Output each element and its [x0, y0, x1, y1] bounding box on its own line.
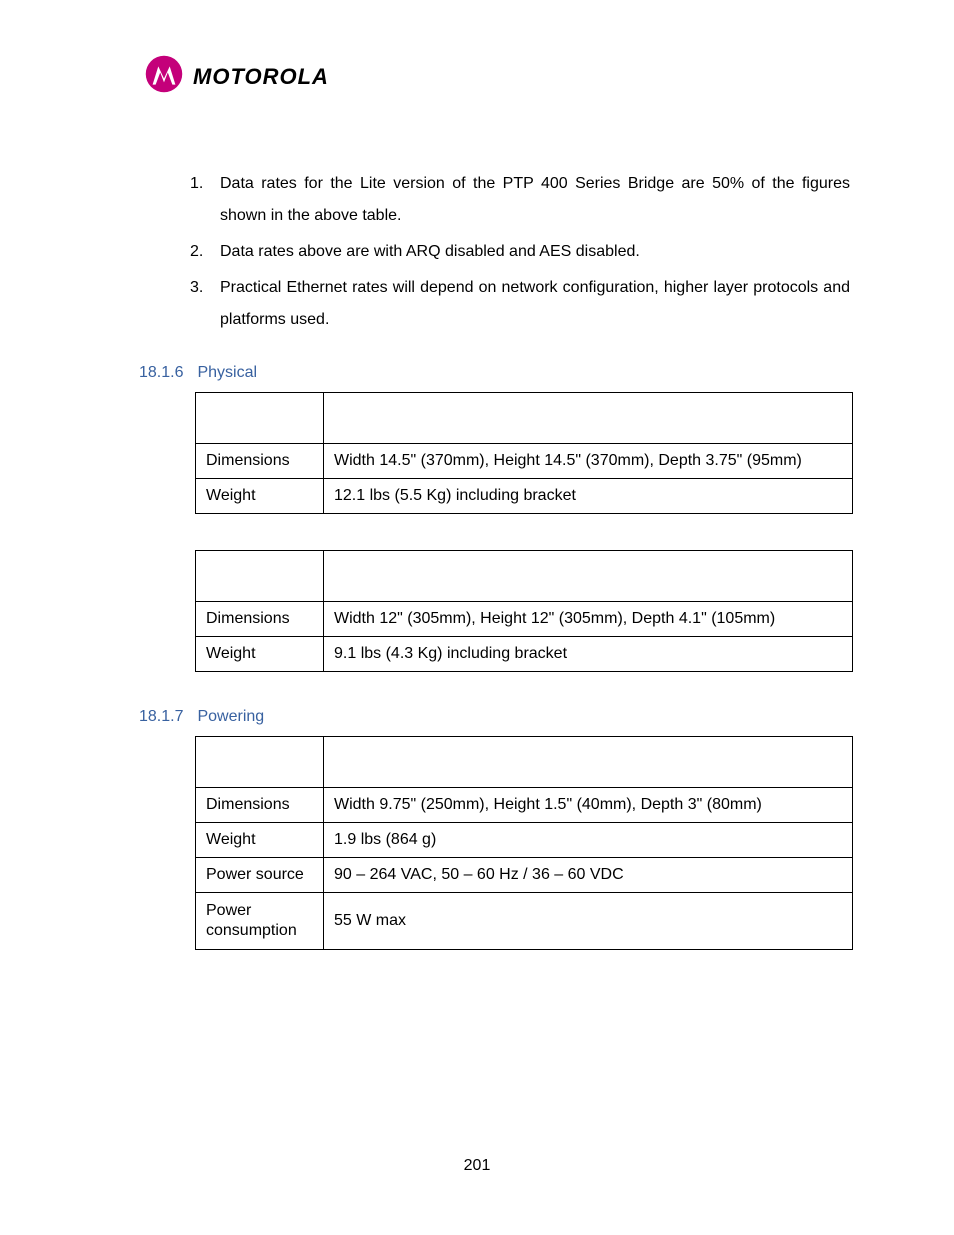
physical-table-2: Dimensions Width 12" (305mm), Height 12"…: [195, 550, 853, 672]
table-row: Power consumption 55 W max: [196, 893, 853, 950]
section-title: Powering: [197, 708, 264, 726]
spec-value: 9.1 lbs (4.3 Kg) including bracket: [324, 637, 853, 672]
spec-value: 90 – 264 VAC, 50 – 60 Hz / 36 – 60 VDC: [324, 858, 853, 893]
spec-value: Width 14.5" (370mm), Height 14.5" (370mm…: [324, 444, 853, 479]
table-row: Dimensions Width 9.75" (250mm), Height 1…: [196, 788, 853, 823]
section-number: 18.1.7: [139, 708, 183, 726]
table-row: Weight 9.1 lbs (4.3 Kg) including bracke…: [196, 637, 853, 672]
page-number: 201: [0, 1157, 954, 1175]
section-number: 18.1.6: [139, 364, 183, 382]
table-row: Dimensions Width 14.5" (370mm), Height 1…: [196, 444, 853, 479]
list-item: 3.Practical Ethernet rates will depend o…: [190, 272, 850, 336]
spec-label: Power source: [196, 858, 324, 893]
spec-label: Weight: [196, 823, 324, 858]
list-item: 2.Data rates above are with ARQ disabled…: [190, 236, 850, 268]
logo-wordmark: MOTOROLA: [193, 64, 329, 90]
table-row: Weight 12.1 lbs (5.5 Kg) including brack…: [196, 479, 853, 514]
section-title: Physical: [197, 364, 257, 382]
spec-label: Weight: [196, 479, 324, 514]
spec-label: Weight: [196, 637, 324, 672]
section-heading-physical: 18.1.6 Physical: [139, 364, 850, 382]
notes-list: 1.Data rates for the Lite version of the…: [190, 168, 850, 336]
spec-label: Dimensions: [196, 788, 324, 823]
motorola-logo-icon: [145, 55, 183, 98]
table-row: [196, 737, 853, 788]
table-row: Weight 1.9 lbs (864 g): [196, 823, 853, 858]
physical-table-1: Dimensions Width 14.5" (370mm), Height 1…: [195, 392, 853, 514]
spec-value: 12.1 lbs (5.5 Kg) including bracket: [324, 479, 853, 514]
table-row: [196, 551, 853, 602]
spec-value: Width 9.75" (250mm), Height 1.5" (40mm),…: [324, 788, 853, 823]
powering-table: Dimensions Width 9.75" (250mm), Height 1…: [195, 736, 853, 950]
spec-value: 55 W max: [324, 893, 853, 950]
section-heading-powering: 18.1.7 Powering: [139, 708, 850, 726]
spec-label: Dimensions: [196, 602, 324, 637]
spec-value: 1.9 lbs (864 g): [324, 823, 853, 858]
list-item: 1.Data rates for the Lite version of the…: [190, 168, 850, 232]
spec-label: Power consumption: [196, 893, 324, 950]
table-row: Dimensions Width 12" (305mm), Height 12"…: [196, 602, 853, 637]
table-row: Power source 90 – 264 VAC, 50 – 60 Hz / …: [196, 858, 853, 893]
logo: MOTOROLA: [145, 55, 850, 98]
spec-value: Width 12" (305mm), Height 12" (305mm), D…: [324, 602, 853, 637]
table-row: [196, 393, 853, 444]
spec-label: Dimensions: [196, 444, 324, 479]
